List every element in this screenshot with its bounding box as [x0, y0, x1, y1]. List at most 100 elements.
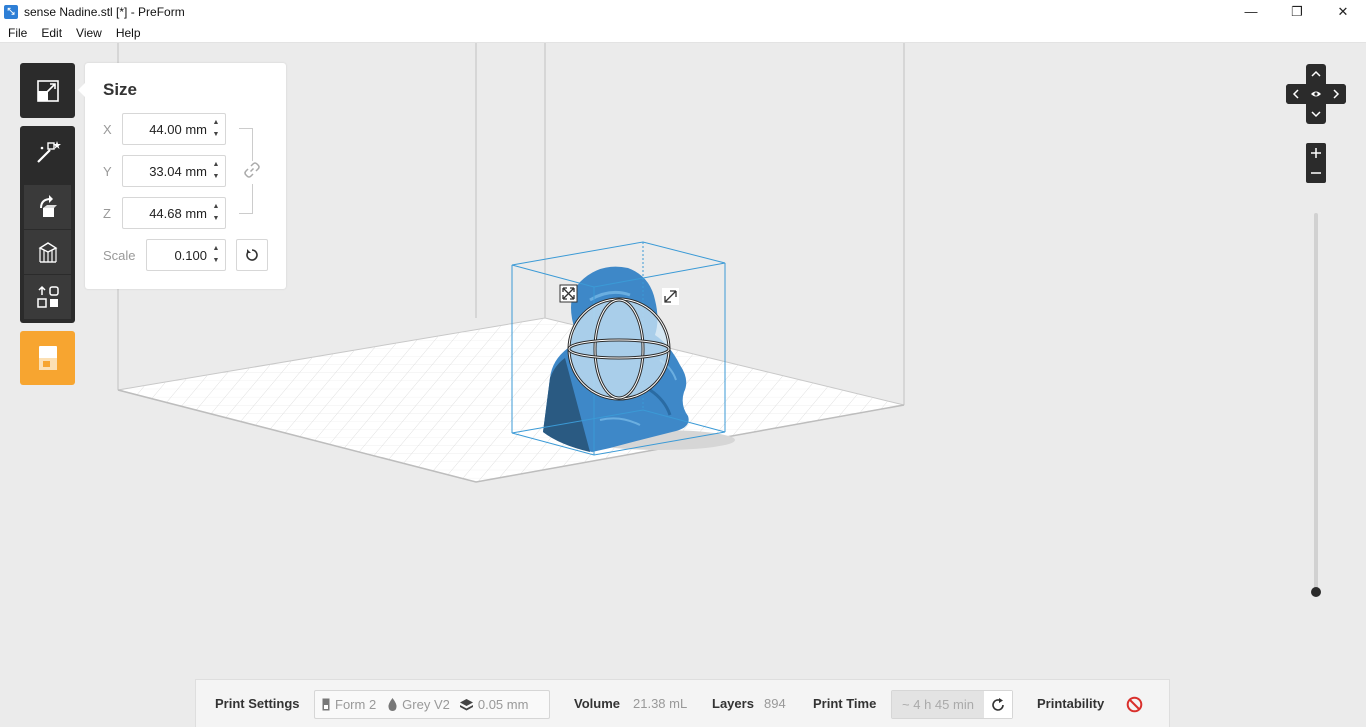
- chevron-left-icon: [1292, 89, 1299, 99]
- scale-field[interactable]: ▲▼: [146, 239, 226, 271]
- maximize-button[interactable]: ❐: [1274, 0, 1320, 23]
- reset-scale-button[interactable]: [236, 239, 268, 271]
- z-dimension-row: Z ▲▼: [103, 197, 226, 229]
- print-settings-button[interactable]: Form 2 Grey V2 0.05 mm: [314, 690, 550, 719]
- print-time-value: ~ 4 h 45 min: [892, 691, 984, 718]
- window-title: sense Nadine.stl [*] - PreForm: [24, 4, 185, 19]
- bottom-status-bar: Print Settings Form 2 Grey V2 0.05 mm Vo…: [195, 679, 1170, 727]
- stepper-up-icon[interactable]: ▲: [213, 160, 220, 170]
- chevron-up-icon: [1311, 70, 1321, 77]
- stepper-down-icon[interactable]: ▼: [213, 172, 220, 182]
- printer-small-icon: [322, 698, 330, 711]
- z-size-input[interactable]: [123, 198, 209, 228]
- x-size-field[interactable]: ▲▼: [122, 113, 226, 145]
- scale-stepper[interactable]: ▲ ▼: [211, 244, 221, 266]
- stepper-down-icon[interactable]: ▼: [213, 256, 220, 266]
- stepper-up-icon[interactable]: ▲: [213, 244, 220, 254]
- menu-help[interactable]: Help: [109, 26, 148, 40]
- layers-icon: [459, 698, 473, 710]
- rotate-tool-button[interactable]: [24, 185, 71, 229]
- volume-label: Volume: [574, 696, 620, 711]
- printer-icon: [38, 346, 57, 370]
- size-icon: [36, 79, 59, 102]
- magic-wand-icon: [36, 141, 61, 163]
- y-label: Y: [103, 163, 112, 179]
- rotation-gizmo: [567, 297, 671, 401]
- printer-name: Form 2: [335, 697, 377, 712]
- camera-left-button[interactable]: [1286, 84, 1306, 104]
- print-job-button[interactable]: [20, 331, 75, 385]
- scale-handle-right: [662, 288, 679, 305]
- resin-drop-icon: [388, 698, 397, 711]
- camera-right-button[interactable]: [1326, 84, 1346, 104]
- print-settings-label: Print Settings: [215, 696, 300, 711]
- y-size-input[interactable]: [123, 156, 209, 186]
- layer-slider-handle[interactable]: [1311, 587, 1321, 597]
- scale-label: Scale: [103, 247, 136, 263]
- minimize-button[interactable]: —: [1228, 0, 1274, 23]
- link-icon: [244, 162, 260, 178]
- x-label: X: [103, 121, 112, 137]
- scale-handle-left: [559, 284, 578, 303]
- plus-icon: [1311, 148, 1321, 158]
- print-time-label: Print Time: [813, 696, 877, 711]
- print-time-box: ~ 4 h 45 min: [891, 690, 1013, 719]
- layout-tool-button[interactable]: [24, 275, 71, 319]
- proportional-link-button[interactable]: [243, 161, 261, 184]
- layer-height-value: 0.05 mm: [477, 697, 529, 712]
- volume-value: 21.38 mL: [633, 696, 688, 711]
- z-size-field[interactable]: ▲▼: [122, 197, 226, 229]
- preform-app-icon: ⤡: [4, 4, 18, 19]
- z-stepper[interactable]: ▲ ▼: [211, 202, 221, 224]
- x-dimension-row: X ▲▼: [103, 113, 226, 145]
- y-dimension-row: Y ▲▼: [103, 155, 226, 187]
- menu-file[interactable]: File: [0, 26, 34, 40]
- material-name: Grey V2: [402, 697, 450, 712]
- close-button[interactable]: ✕: [1320, 0, 1366, 23]
- supports-tool-button[interactable]: [24, 230, 71, 274]
- material-setting: Grey V2: [388, 697, 450, 712]
- zoom-in-button[interactable]: [1306, 143, 1326, 163]
- refresh-print-time-button[interactable]: [984, 691, 1012, 718]
- printability-label: Printability: [1037, 696, 1105, 711]
- zoom-controls: [1306, 143, 1326, 183]
- eye-icon: [1311, 91, 1321, 97]
- refresh-icon: [992, 697, 1004, 711]
- window-controls: — ❐ ✕: [1228, 0, 1366, 23]
- layers-label: Layers: [712, 696, 754, 711]
- camera-down-button[interactable]: [1306, 104, 1326, 124]
- camera-home-button[interactable]: [1306, 84, 1326, 104]
- menu-bar: File Edit View Help: [0, 23, 1366, 43]
- menu-edit[interactable]: Edit: [34, 26, 69, 40]
- size-tool-button[interactable]: [20, 63, 75, 118]
- y-size-field[interactable]: ▲▼: [122, 155, 226, 187]
- x-stepper[interactable]: ▲ ▼: [211, 118, 221, 140]
- printer-setting: Form 2: [322, 697, 376, 712]
- chevron-down-icon: [1311, 111, 1321, 118]
- layers-value: 894: [764, 696, 786, 711]
- stepper-up-icon[interactable]: ▲: [213, 202, 220, 212]
- menu-view[interactable]: View: [69, 26, 109, 40]
- stepper-down-icon[interactable]: ▼: [213, 130, 220, 140]
- layout-icon: [36, 285, 59, 308]
- rotate-icon: [39, 195, 57, 217]
- layer-slider-track[interactable]: [1314, 213, 1318, 591]
- scale-input[interactable]: [147, 240, 209, 270]
- chevron-right-icon: [1333, 89, 1340, 99]
- size-panel: Size X ▲▼ Y ▲▼ Z ▲▼ Scale ▲▼: [78, 63, 286, 289]
- x-size-input[interactable]: [123, 114, 209, 144]
- printability-status-button[interactable]: [1126, 696, 1143, 718]
- stepper-up-icon[interactable]: ▲: [213, 118, 220, 128]
- supports-icon: [38, 242, 57, 263]
- camera-up-button[interactable]: [1306, 64, 1326, 84]
- z-label: Z: [103, 205, 111, 221]
- not-printable-icon: [1126, 696, 1143, 713]
- minus-icon: [1311, 172, 1321, 174]
- y-stepper[interactable]: ▲ ▼: [211, 160, 221, 182]
- title-bar: ⤡ sense Nadine.stl [*] - PreForm — ❐ ✕: [0, 0, 1366, 23]
- magic-wand-tool-button[interactable]: [24, 130, 71, 174]
- stepper-down-icon[interactable]: ▼: [213, 214, 220, 224]
- layer-height-setting: 0.05 mm: [459, 697, 529, 712]
- zoom-out-button[interactable]: [1306, 163, 1326, 183]
- tool-group: [20, 126, 75, 323]
